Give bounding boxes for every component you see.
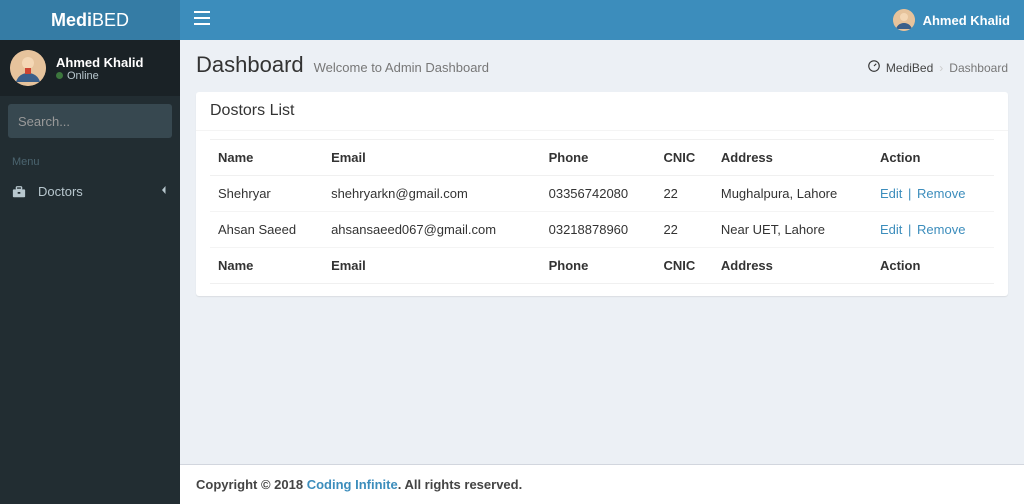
foot-cnic: CNIC — [655, 248, 712, 284]
briefcase-icon — [12, 185, 30, 199]
box-title: Dostors List — [210, 102, 994, 120]
menu-header: Menu — [0, 146, 180, 174]
breadcrumb-sep: › — [939, 61, 943, 75]
table-header-row: Name Email Phone CNIC Address Action — [210, 140, 994, 176]
cell-address: Near UET, Lahore — [713, 212, 872, 248]
footer-link[interactable]: Coding Infinite — [307, 477, 398, 492]
foot-phone: Phone — [541, 248, 656, 284]
col-name: Name — [210, 140, 323, 176]
edit-link[interactable]: Edit — [880, 186, 902, 201]
footer-prefix: Copyright © 2018 — [196, 477, 307, 492]
sidebar-user-name: Ahmed Khalid — [56, 55, 143, 70]
chevron-left-icon — [160, 186, 168, 197]
brand-light: BED — [92, 10, 129, 31]
sidebar-item-label: Doctors — [38, 184, 83, 199]
foot-action: Action — [872, 248, 994, 284]
content: Dostors List Name Email Phone CNIC Addre… — [180, 78, 1024, 464]
col-phone: Phone — [541, 140, 656, 176]
remove-link[interactable]: Remove — [917, 222, 965, 237]
action-separator: | — [906, 186, 913, 201]
cell-name: Shehryar — [210, 176, 323, 212]
topbar-user-menu[interactable]: Ahmed Khalid — [893, 9, 1010, 31]
cell-cnic: 22 — [655, 176, 712, 212]
edit-link[interactable]: Edit — [880, 222, 902, 237]
table-row: Shehryar shehryarkn@gmail.com 0335674208… — [210, 176, 994, 212]
breadcrumb-current: Dashboard — [949, 61, 1008, 75]
topbar: Ahmed Khalid — [180, 0, 1024, 40]
topbar-user-name: Ahmed Khalid — [923, 13, 1010, 28]
cell-address: Mughalpura, Lahore — [713, 176, 872, 212]
sidebar-user-status: Online — [56, 70, 143, 82]
table-row: Ahsan Saeed ahsansaeed067@gmail.com 0321… — [210, 212, 994, 248]
page-subtitle: Welcome to Admin Dashboard — [314, 60, 489, 75]
dashboard-icon — [868, 60, 880, 75]
cell-cnic: 22 — [655, 212, 712, 248]
cell-action: Edit | Remove — [872, 212, 994, 248]
cell-phone: 03218878960 — [541, 212, 656, 248]
foot-address: Address — [713, 248, 872, 284]
online-dot-icon — [56, 72, 63, 79]
foot-name: Name — [210, 248, 323, 284]
cell-name: Ahsan Saeed — [210, 212, 323, 248]
content-header: Dashboard Welcome to Admin Dashboard Med… — [180, 40, 1024, 78]
brand-logo[interactable]: MediBED — [0, 0, 180, 40]
col-email: Email — [323, 140, 541, 176]
sidebar: MediBED Ahmed Khalid Online Menu — [0, 0, 180, 504]
cell-email: shehryarkn@gmail.com — [323, 176, 541, 212]
col-cnic: CNIC — [655, 140, 712, 176]
table-footer-row: Name Email Phone CNIC Address Action — [210, 248, 994, 284]
topbar-avatar — [893, 9, 915, 31]
sidebar-user-panel: Ahmed Khalid Online — [0, 40, 180, 96]
action-separator: | — [906, 222, 913, 237]
cell-phone: 03356742080 — [541, 176, 656, 212]
page-title: Dashboard — [196, 52, 304, 78]
doctors-table: Name Email Phone CNIC Address Action She… — [210, 139, 994, 284]
search-input[interactable] — [8, 114, 204, 129]
sidebar-search — [0, 96, 180, 146]
col-address: Address — [713, 140, 872, 176]
breadcrumb: MediBed › Dashboard — [868, 60, 1008, 75]
remove-link[interactable]: Remove — [917, 186, 965, 201]
breadcrumb-root[interactable]: MediBed — [886, 61, 933, 75]
col-action: Action — [872, 140, 994, 176]
footer-suffix: . All rights reserved. — [398, 477, 523, 492]
menu-toggle-button[interactable] — [194, 11, 210, 30]
cell-email: ahsansaeed067@gmail.com — [323, 212, 541, 248]
sidebar-item-doctors[interactable]: Doctors — [0, 174, 180, 209]
footer: Copyright © 2018 Coding Infinite. All ri… — [180, 464, 1024, 504]
cell-action: Edit | Remove — [872, 176, 994, 212]
bars-icon — [194, 11, 210, 25]
foot-email: Email — [323, 248, 541, 284]
doctors-box: Dostors List Name Email Phone CNIC Addre… — [196, 92, 1008, 296]
sidebar-avatar[interactable] — [10, 50, 46, 86]
brand-bold: Medi — [51, 10, 92, 31]
